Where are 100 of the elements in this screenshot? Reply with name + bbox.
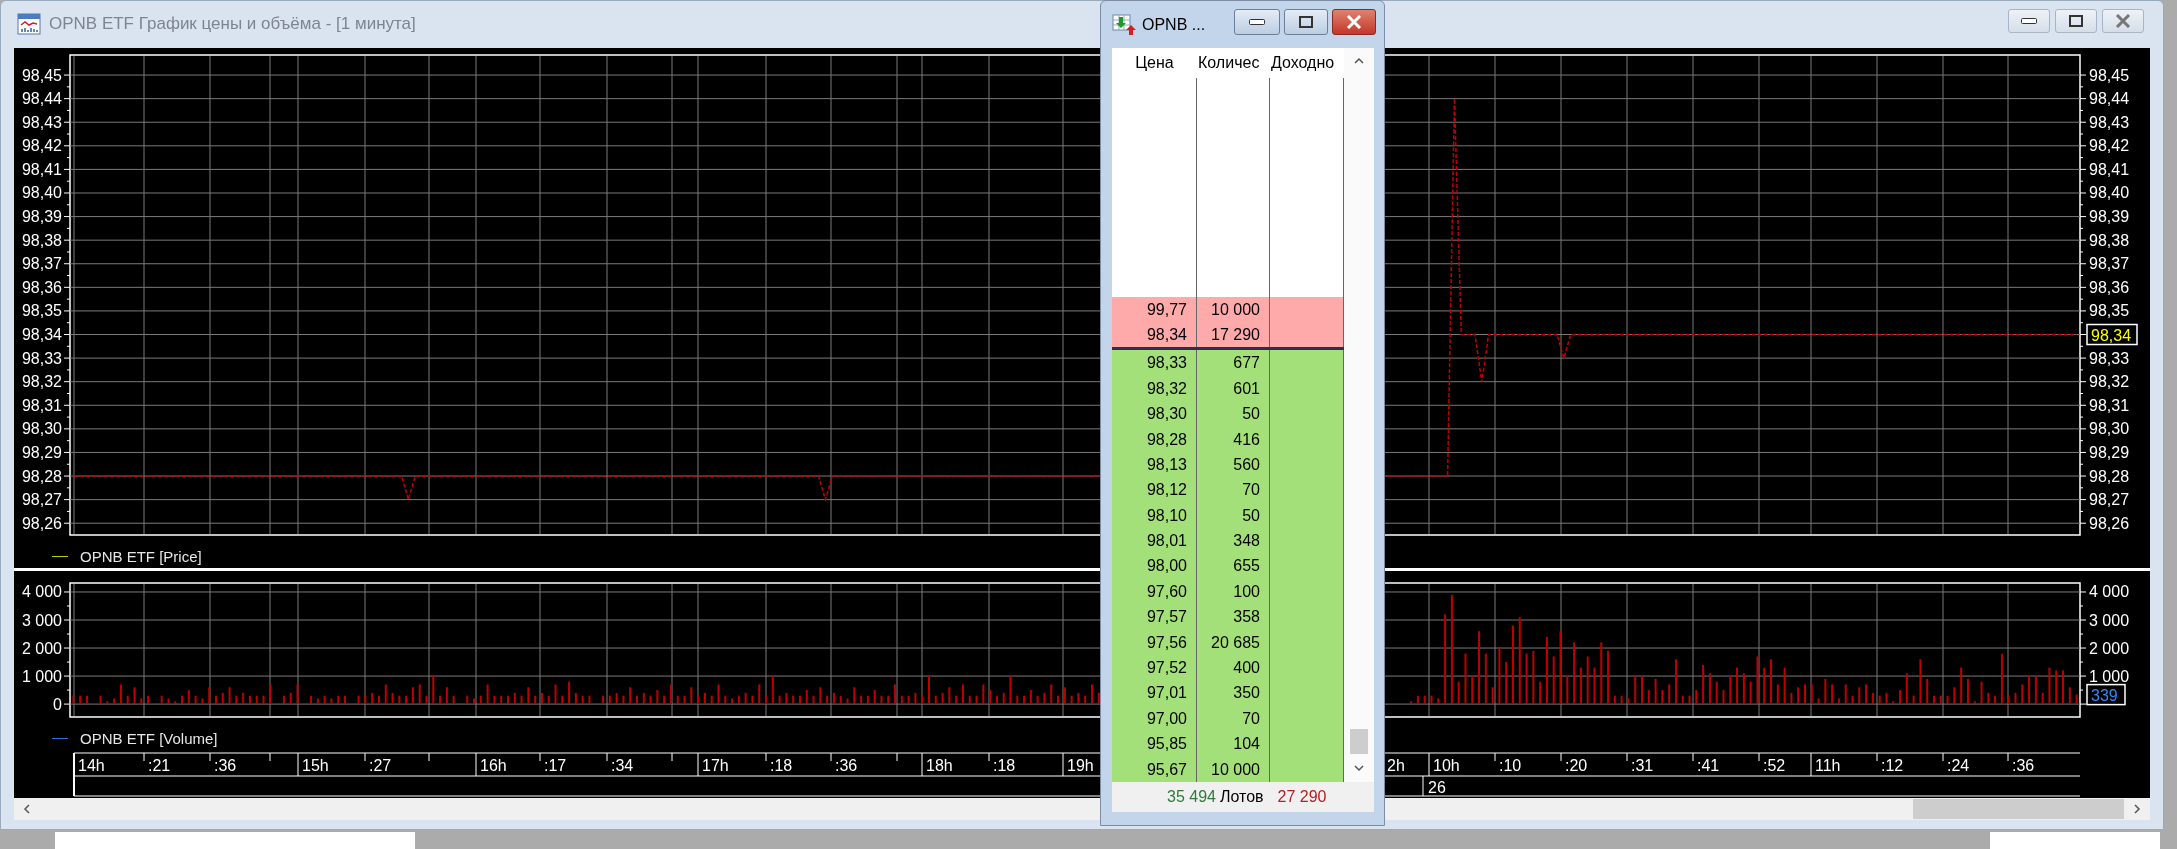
quantity-cell: 677	[1197, 350, 1270, 376]
axis-label: 98,26	[2089, 514, 2130, 532]
axis-label: 2 000	[2089, 639, 2130, 657]
axis-label: 98,39	[21, 208, 62, 226]
axis-label: 98,32	[21, 373, 62, 391]
axis-label: 98,27	[2089, 491, 2130, 509]
column-header[interactable]: Количес	[1197, 48, 1270, 78]
axis-label: 98,33	[21, 349, 62, 367]
quantity-cell: 50	[1197, 401, 1270, 427]
axis-label: 98,37	[2089, 255, 2130, 273]
time-label: :41	[1692, 752, 1720, 774]
price-cell: 98,28	[1112, 426, 1197, 452]
axis-label: 98,42	[21, 137, 62, 155]
scrollbar-thumb[interactable]	[1350, 729, 1368, 754]
time-label: :21	[143, 752, 171, 774]
chart-window-icon	[17, 13, 41, 35]
time-label: 11h	[1810, 752, 1841, 777]
axis-label: 98,31	[21, 396, 62, 414]
axis-label: 98,26	[21, 514, 62, 532]
unit-label: Лотов	[1219, 788, 1264, 806]
window-title: OPNB ...	[1142, 15, 1206, 34]
axis-label: 98,41	[21, 160, 62, 178]
axis-label: 98,29	[2089, 443, 2130, 461]
axis-label: 98,31	[2089, 396, 2130, 414]
axis-label: 3 000	[2089, 611, 2130, 629]
time-label: 2h	[1382, 752, 1405, 777]
close-button[interactable]	[2102, 9, 2144, 33]
time-label: :52	[1758, 752, 1786, 774]
time-label: :36	[209, 752, 237, 774]
axis-label: 98,37	[21, 255, 62, 273]
axis-label: 1 000	[2089, 667, 2130, 685]
price-cell: 97,57	[1112, 604, 1197, 630]
axis-label: 98,39	[2089, 208, 2130, 226]
axis-label: 98,40	[2089, 184, 2130, 202]
time-label: :12	[1876, 752, 1904, 774]
time-label: 19h	[1062, 752, 1094, 777]
time-label: 18h	[921, 752, 953, 777]
minimize-icon	[2021, 18, 2037, 24]
axis-label: 98,36	[2089, 278, 2130, 296]
axis-label: 98,35	[2089, 302, 2130, 320]
last-price-label: 98,34	[2086, 323, 2138, 346]
quantity-cell: 10 000	[1197, 296, 1270, 322]
time-label: :10	[1494, 752, 1522, 774]
close-button[interactable]	[1332, 8, 1376, 35]
price-cell: 98,33	[1112, 350, 1197, 376]
axis-label: 4 000	[21, 583, 62, 601]
time-label: 15h	[297, 752, 329, 777]
axis-label: 3 000	[21, 611, 62, 629]
maximize-button[interactable]	[1284, 8, 1328, 35]
price-cell: 97,01	[1112, 680, 1197, 706]
date-label: 26	[1428, 778, 1446, 796]
window-title: OPNB ETF График цены и объёма - [1 минута]	[49, 14, 416, 34]
axis-label: 98,45	[2089, 66, 2130, 84]
maximize-button[interactable]	[2055, 9, 2097, 33]
vertical-scrollbar[interactable]	[1344, 48, 1374, 782]
time-label: 17h	[697, 752, 729, 777]
axis-label: 98,28	[21, 467, 62, 485]
time-label: :17	[539, 752, 567, 774]
order-book-icon	[1112, 13, 1136, 36]
axis-label: 98,29	[21, 443, 62, 461]
price-cell: 95,85	[1112, 731, 1197, 757]
time-label: :18	[765, 752, 793, 774]
axis-label: 98,38	[21, 231, 62, 249]
scrollbar-thumb[interactable]	[1913, 799, 2124, 819]
axis-label: 98,33	[2089, 349, 2130, 367]
axis-label: 98,35	[21, 302, 62, 320]
time-label: :34	[606, 752, 634, 774]
axis-label: 98,44	[21, 90, 62, 108]
minimize-button[interactable]	[1234, 8, 1280, 35]
price-cell: 98,00	[1112, 553, 1197, 579]
column-header[interactable]: Доходно	[1270, 48, 1344, 78]
axis-label: 98,27	[21, 491, 62, 509]
close-icon	[2115, 14, 2131, 28]
close-icon	[1346, 14, 1362, 29]
price-cell: 98,12	[1112, 477, 1197, 503]
minimize-button[interactable]	[2008, 9, 2050, 33]
axis-label: 98,30	[21, 420, 62, 438]
axis-label: 98,38	[2089, 231, 2130, 249]
axis-label: 98,30	[2089, 420, 2130, 438]
time-label: 14h	[73, 752, 105, 777]
axis-label: 1 000	[21, 667, 62, 685]
axis-label: 98,42	[2089, 137, 2130, 155]
quantity-cell: 70	[1197, 477, 1270, 503]
price-cell: 98,30	[1112, 401, 1197, 427]
minimize-icon	[1249, 18, 1265, 25]
ask-total: 27 290	[1277, 788, 1327, 806]
axis-label: 2 000	[21, 639, 62, 657]
axis-label: 98,34	[21, 326, 62, 343]
axis-label: 98,41	[2089, 160, 2130, 178]
time-label: :27	[364, 752, 392, 774]
maximize-icon	[1299, 15, 1313, 28]
column-header[interactable]: Цена	[1112, 48, 1197, 78]
axis-label: 0	[53, 695, 62, 713]
axis-label: 98,43	[2089, 113, 2130, 131]
time-label: :20	[1560, 752, 1588, 774]
maximize-icon	[2069, 15, 2083, 27]
quantity-cell: 350	[1197, 680, 1270, 706]
quantity-cell: 655	[1197, 553, 1270, 579]
legend-label: OPNB ETF [Volume]	[80, 729, 218, 747]
quantity-cell: 416	[1197, 426, 1270, 452]
